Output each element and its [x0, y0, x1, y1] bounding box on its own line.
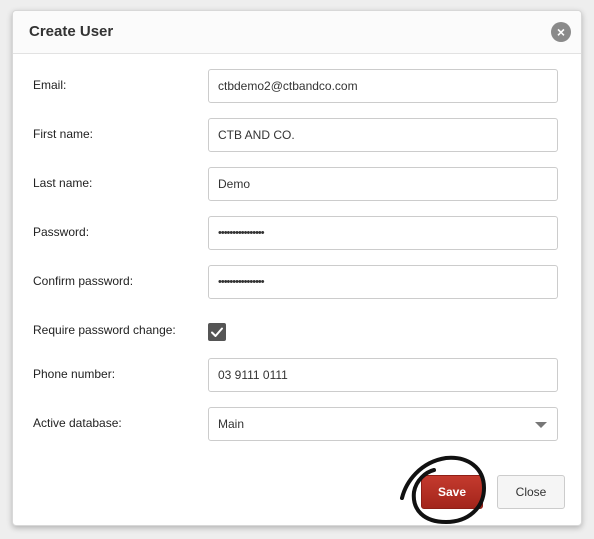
- chevron-down-icon: [535, 422, 547, 428]
- create-user-dialog: Create User × Email: First name: Last na…: [12, 10, 582, 526]
- first-name-label: First name:: [33, 127, 94, 141]
- last-name-row: Last name:: [13, 167, 581, 201]
- first-name-field[interactable]: [208, 118, 558, 152]
- last-name-label: Last name:: [33, 176, 93, 190]
- email-row: Email:: [13, 69, 581, 103]
- email-label: Email:: [33, 78, 67, 92]
- active-database-label: Active database:: [33, 416, 122, 430]
- confirm-password-row: Confirm password:: [13, 265, 581, 299]
- password-row: Password:: [13, 216, 581, 250]
- confirm-password-label: Confirm password:: [33, 274, 134, 288]
- phone-row: Phone number:: [13, 358, 581, 392]
- close-icon[interactable]: ×: [551, 22, 571, 42]
- close-button[interactable]: Close: [497, 475, 565, 509]
- save-button[interactable]: Save: [421, 475, 483, 509]
- active-database-value: Main: [218, 417, 245, 431]
- phone-label: Phone number:: [33, 367, 116, 381]
- dialog-header: Create User ×: [13, 11, 581, 54]
- password-label: Password:: [33, 225, 90, 239]
- active-database-select[interactable]: Main: [208, 407, 558, 441]
- email-field[interactable]: [208, 69, 558, 103]
- confirm-password-field[interactable]: [208, 265, 558, 299]
- first-name-row: First name:: [13, 118, 581, 152]
- dialog-title: Create User: [29, 23, 114, 40]
- last-name-field[interactable]: [208, 167, 558, 201]
- require-password-change-checkbox[interactable]: [208, 323, 226, 341]
- phone-field[interactable]: [208, 358, 558, 392]
- password-field[interactable]: [208, 216, 558, 250]
- require-password-change-label: Require password change:: [33, 323, 176, 337]
- require-password-change-row: Require password change:: [13, 321, 581, 345]
- active-database-row: Active database: Main: [13, 407, 581, 441]
- checkmark-icon: [211, 327, 223, 337]
